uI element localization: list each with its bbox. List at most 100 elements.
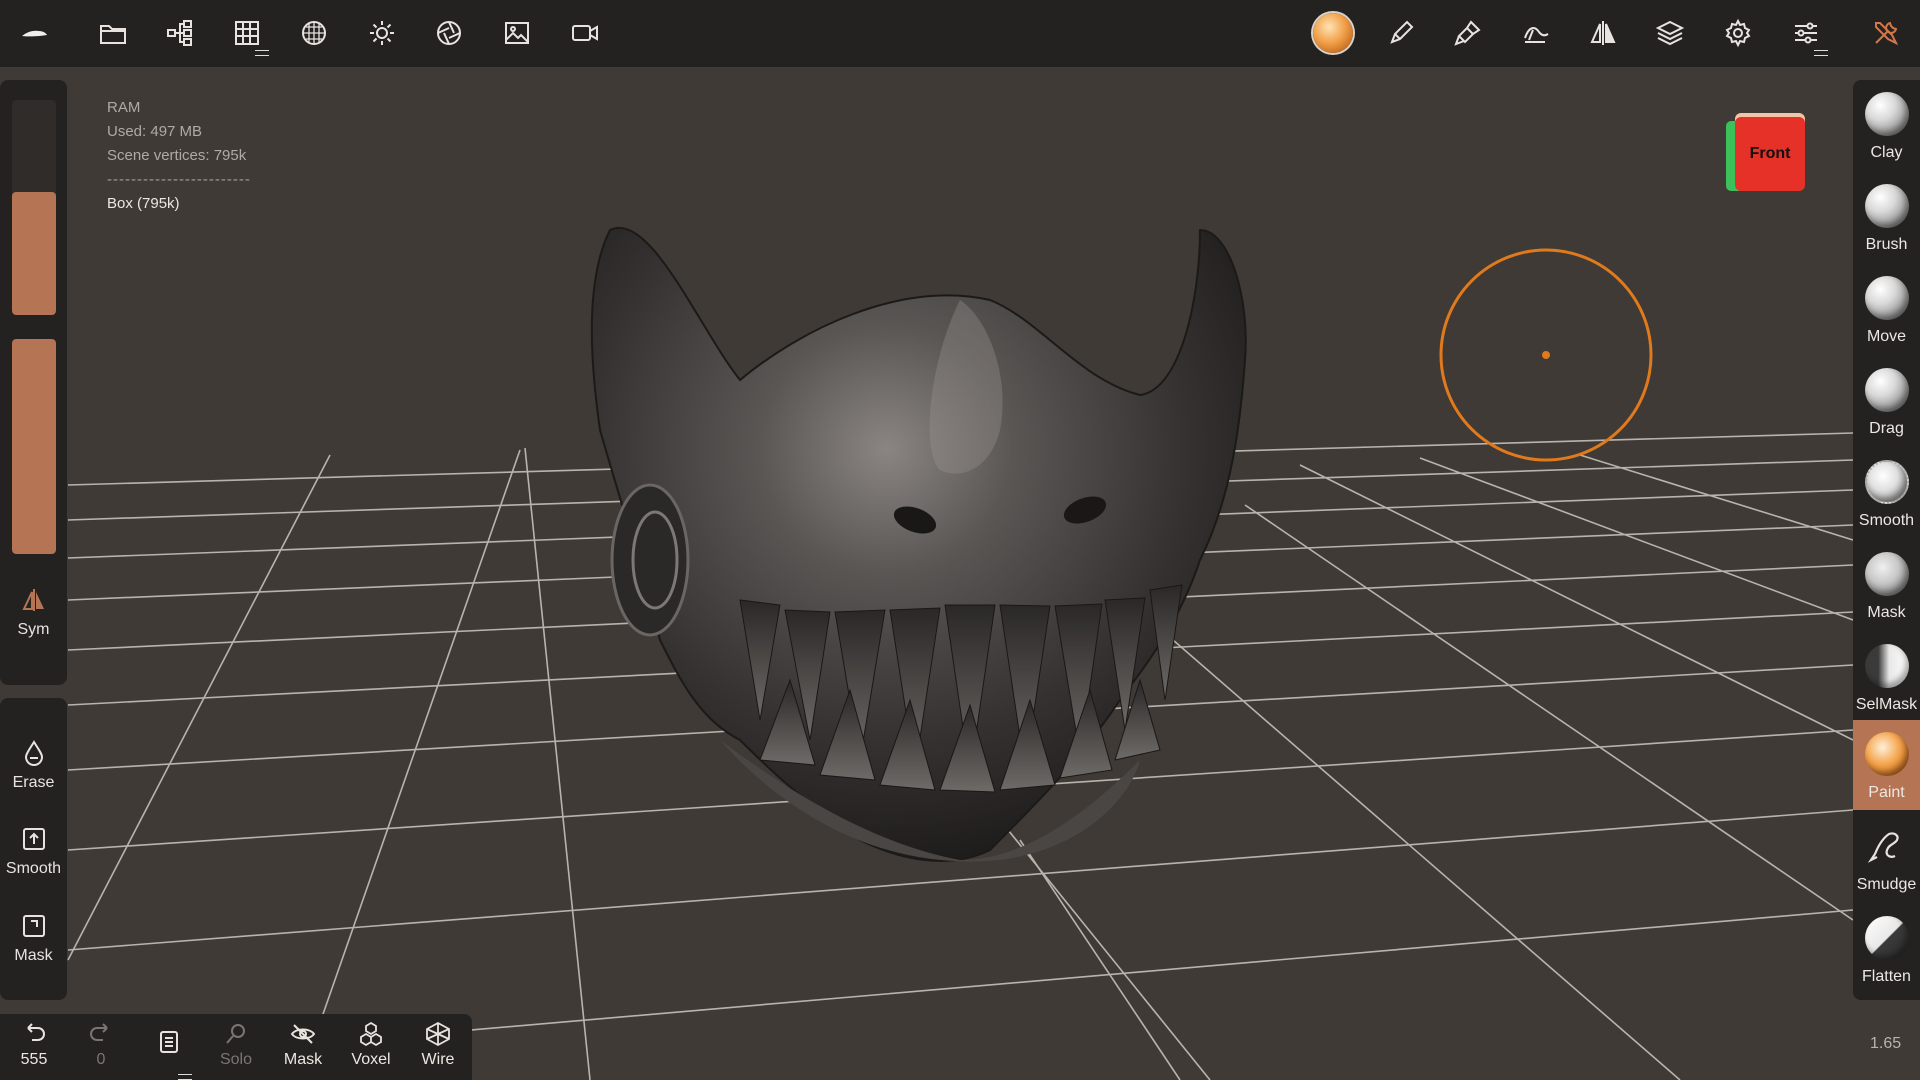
tool-smudge[interactable]: Smudge <box>1853 812 1920 902</box>
ram-label: RAM <box>107 99 141 116</box>
notes-button[interactable] <box>140 1028 198 1080</box>
stroke-falloff-icon[interactable] <box>1512 10 1560 56</box>
viewport-grid <box>67 226 1854 1080</box>
notes-icon <box>160 1031 178 1053</box>
scene-info: RAM Used: 497 MB Scene vertices: 795k --… <box>107 96 251 216</box>
redo-count: 0 <box>96 1051 106 1068</box>
box-corner-icon <box>22 915 45 937</box>
left-actions-panel: Erase Smooth Mask <box>0 698 67 1000</box>
clay-sphere-icon <box>1864 92 1909 136</box>
undo-count: 555 <box>20 1051 48 1068</box>
sliders-icon[interactable] <box>1782 10 1830 56</box>
solo-button[interactable]: Solo <box>207 1020 265 1080</box>
wire-button[interactable]: Wire <box>409 1020 467 1080</box>
camera-aperture-icon[interactable] <box>425 10 473 56</box>
voxel-cubes-icon <box>360 1021 382 1047</box>
tool-label: Flatten <box>1862 968 1911 985</box>
mask-button[interactable]: Mask <box>0 911 67 965</box>
sym-label: Sym <box>17 621 50 638</box>
light-sun-icon[interactable] <box>358 10 406 56</box>
voxel-button[interactable]: Voxel <box>342 1020 400 1080</box>
tool-paint[interactable]: Paint <box>1853 720 1920 810</box>
smooth-label: Smooth <box>5 860 62 877</box>
tool-mask[interactable]: Mask <box>1853 540 1920 630</box>
mask-sphere-icon <box>1864 552 1909 596</box>
tool-brush[interactable]: Brush <box>1853 172 1920 262</box>
solo-label: Solo <box>219 1051 253 1068</box>
drag-sphere-icon <box>1864 368 1909 412</box>
erase-button[interactable]: Erase <box>0 738 67 792</box>
voxel-label: Voxel <box>351 1051 391 1068</box>
wire-label: Wire <box>421 1051 455 1068</box>
video-camera-icon[interactable] <box>561 10 609 56</box>
tool-label: Smooth <box>1858 512 1915 529</box>
erase-label: Erase <box>12 774 55 791</box>
tool-label: Drag <box>1869 420 1904 437</box>
mask-bottom-label: Mask <box>283 1051 323 1068</box>
intensity-slider-fill[interactable] <box>12 339 56 554</box>
top-toolbar <box>0 0 1920 67</box>
app-logo-icon[interactable] <box>10 10 58 56</box>
redo-button[interactable]: 0 <box>72 1020 130 1080</box>
zoom-level: 1.65 <box>1870 1035 1902 1052</box>
tool-label: Paint <box>1868 784 1905 801</box>
tool-label: Move <box>1866 328 1907 345</box>
scene-tree-icon[interactable] <box>156 10 204 56</box>
brush-cursor-center <box>1542 351 1550 359</box>
mask-label: Mask <box>14 947 53 964</box>
topology-grid-icon[interactable] <box>223 10 271 56</box>
bottom-toolbar: 555 0 Solo Mask Voxel Wire <box>0 1014 472 1080</box>
smooth-sphere-icon <box>1864 460 1909 504</box>
move-sphere-icon <box>1864 276 1909 320</box>
info-separator: ------------------------ <box>107 171 251 188</box>
paint-sphere-icon <box>1864 732 1909 776</box>
tool-flatten[interactable]: Flatten <box>1853 904 1920 994</box>
tool-label: Clay <box>1870 144 1903 161</box>
tool-selmask[interactable]: SelMask <box>1853 632 1920 722</box>
brush-sphere-icon <box>1864 184 1909 228</box>
sculpt-tools-panel: Clay Brush Move Drag Smooth Mask SelMask… <box>1853 80 1920 1000</box>
symmetry-icon[interactable] <box>1579 10 1627 56</box>
tool-drag[interactable]: Drag <box>1853 356 1920 446</box>
smooth-button[interactable]: Smooth <box>0 824 67 878</box>
tool-move[interactable]: Move <box>1853 264 1920 354</box>
wireframe-icon <box>426 1021 450 1047</box>
flatten-sphere-icon <box>1864 916 1909 960</box>
mask-model <box>590 226 1247 862</box>
selmask-sphere-icon <box>1864 644 1909 688</box>
paint-material-sphere-icon[interactable] <box>1309 10 1357 56</box>
tool-label: Smudge <box>1856 876 1917 893</box>
settings-gear-icon[interactable] <box>1714 10 1762 56</box>
tool-clay[interactable]: Clay <box>1853 80 1920 170</box>
mask-visibility-button[interactable]: Mask <box>274 1020 332 1080</box>
image-icon[interactable] <box>493 10 541 56</box>
ram-used: Used: 497 MB <box>107 123 203 140</box>
object-entry[interactable]: Box (795k) <box>107 192 251 216</box>
tool-label: SelMask <box>1855 696 1918 713</box>
view-cube[interactable]: Front <box>1726 113 1806 193</box>
brush-stroke-icon[interactable] <box>1444 10 1492 56</box>
undo-icon <box>27 1023 45 1041</box>
folder-icon[interactable] <box>89 10 137 56</box>
tools-wrench-icon[interactable] <box>1862 10 1910 56</box>
search-icon <box>226 1024 245 1044</box>
symmetry-icon <box>21 589 44 611</box>
tool-label: Mask <box>1867 604 1906 621</box>
radius-slider[interactable] <box>12 100 56 315</box>
scene-vertices: Scene vertices: 795k <box>107 147 247 164</box>
material-sphere-icon[interactable] <box>290 10 338 56</box>
tool-smooth[interactable]: Smooth <box>1853 448 1920 538</box>
sym-button[interactable]: Sym <box>0 585 67 639</box>
drop-icon <box>24 740 43 766</box>
box-arrow-up-icon <box>22 828 45 850</box>
left-sliders-panel: Sym <box>0 80 67 685</box>
intensity-slider[interactable] <box>12 339 56 554</box>
undo-button[interactable]: 555 <box>5 1020 63 1080</box>
view-cube-front[interactable]: Front <box>1735 117 1805 191</box>
pencil-icon[interactable] <box>1377 10 1425 56</box>
radius-slider-fill[interactable] <box>12 192 56 315</box>
3d-viewport[interactable] <box>0 0 1920 1080</box>
redo-icon <box>90 1023 108 1041</box>
layers-icon[interactable] <box>1646 10 1694 56</box>
smudge-icon <box>1867 832 1899 863</box>
